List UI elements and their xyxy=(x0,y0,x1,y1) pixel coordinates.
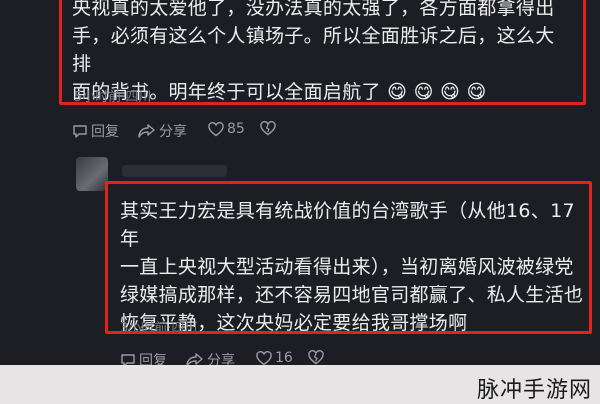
dislike-button[interactable] xyxy=(260,121,279,136)
comment-2: 其实王力宏是具有统战价值的台湾歌手（从他16、17年 一直上央视大型活动看得出来… xyxy=(0,145,600,375)
dislike-button[interactable] xyxy=(308,350,327,365)
like-button[interactable]: 16 xyxy=(256,350,293,366)
highlight-box xyxy=(59,0,586,105)
heart-icon xyxy=(208,121,224,136)
reply-label: 回复 xyxy=(91,124,119,140)
avatar[interactable] xyxy=(76,157,108,191)
reply-icon xyxy=(73,125,87,138)
broken-heart-icon xyxy=(260,121,276,136)
share-button[interactable]: 分享 xyxy=(138,121,187,141)
like-count: 16 xyxy=(275,350,293,366)
broken-heart-icon xyxy=(308,350,324,365)
heart-icon xyxy=(256,350,272,365)
watermark-text: 脉冲手游网 xyxy=(476,378,592,403)
share-label: 分享 xyxy=(159,124,187,140)
username-blurred xyxy=(122,165,227,177)
like-button[interactable]: 85 xyxy=(208,121,245,137)
highlight-box xyxy=(105,181,592,334)
like-count: 85 xyxy=(227,121,245,137)
reply-button[interactable]: 回复 xyxy=(72,121,119,141)
share-icon xyxy=(138,124,155,138)
comment-1: 央视真的太爱他了，没办法真的太强了，各方面都拿得出 手，必须有这么个人镇场子。所… xyxy=(0,0,600,145)
